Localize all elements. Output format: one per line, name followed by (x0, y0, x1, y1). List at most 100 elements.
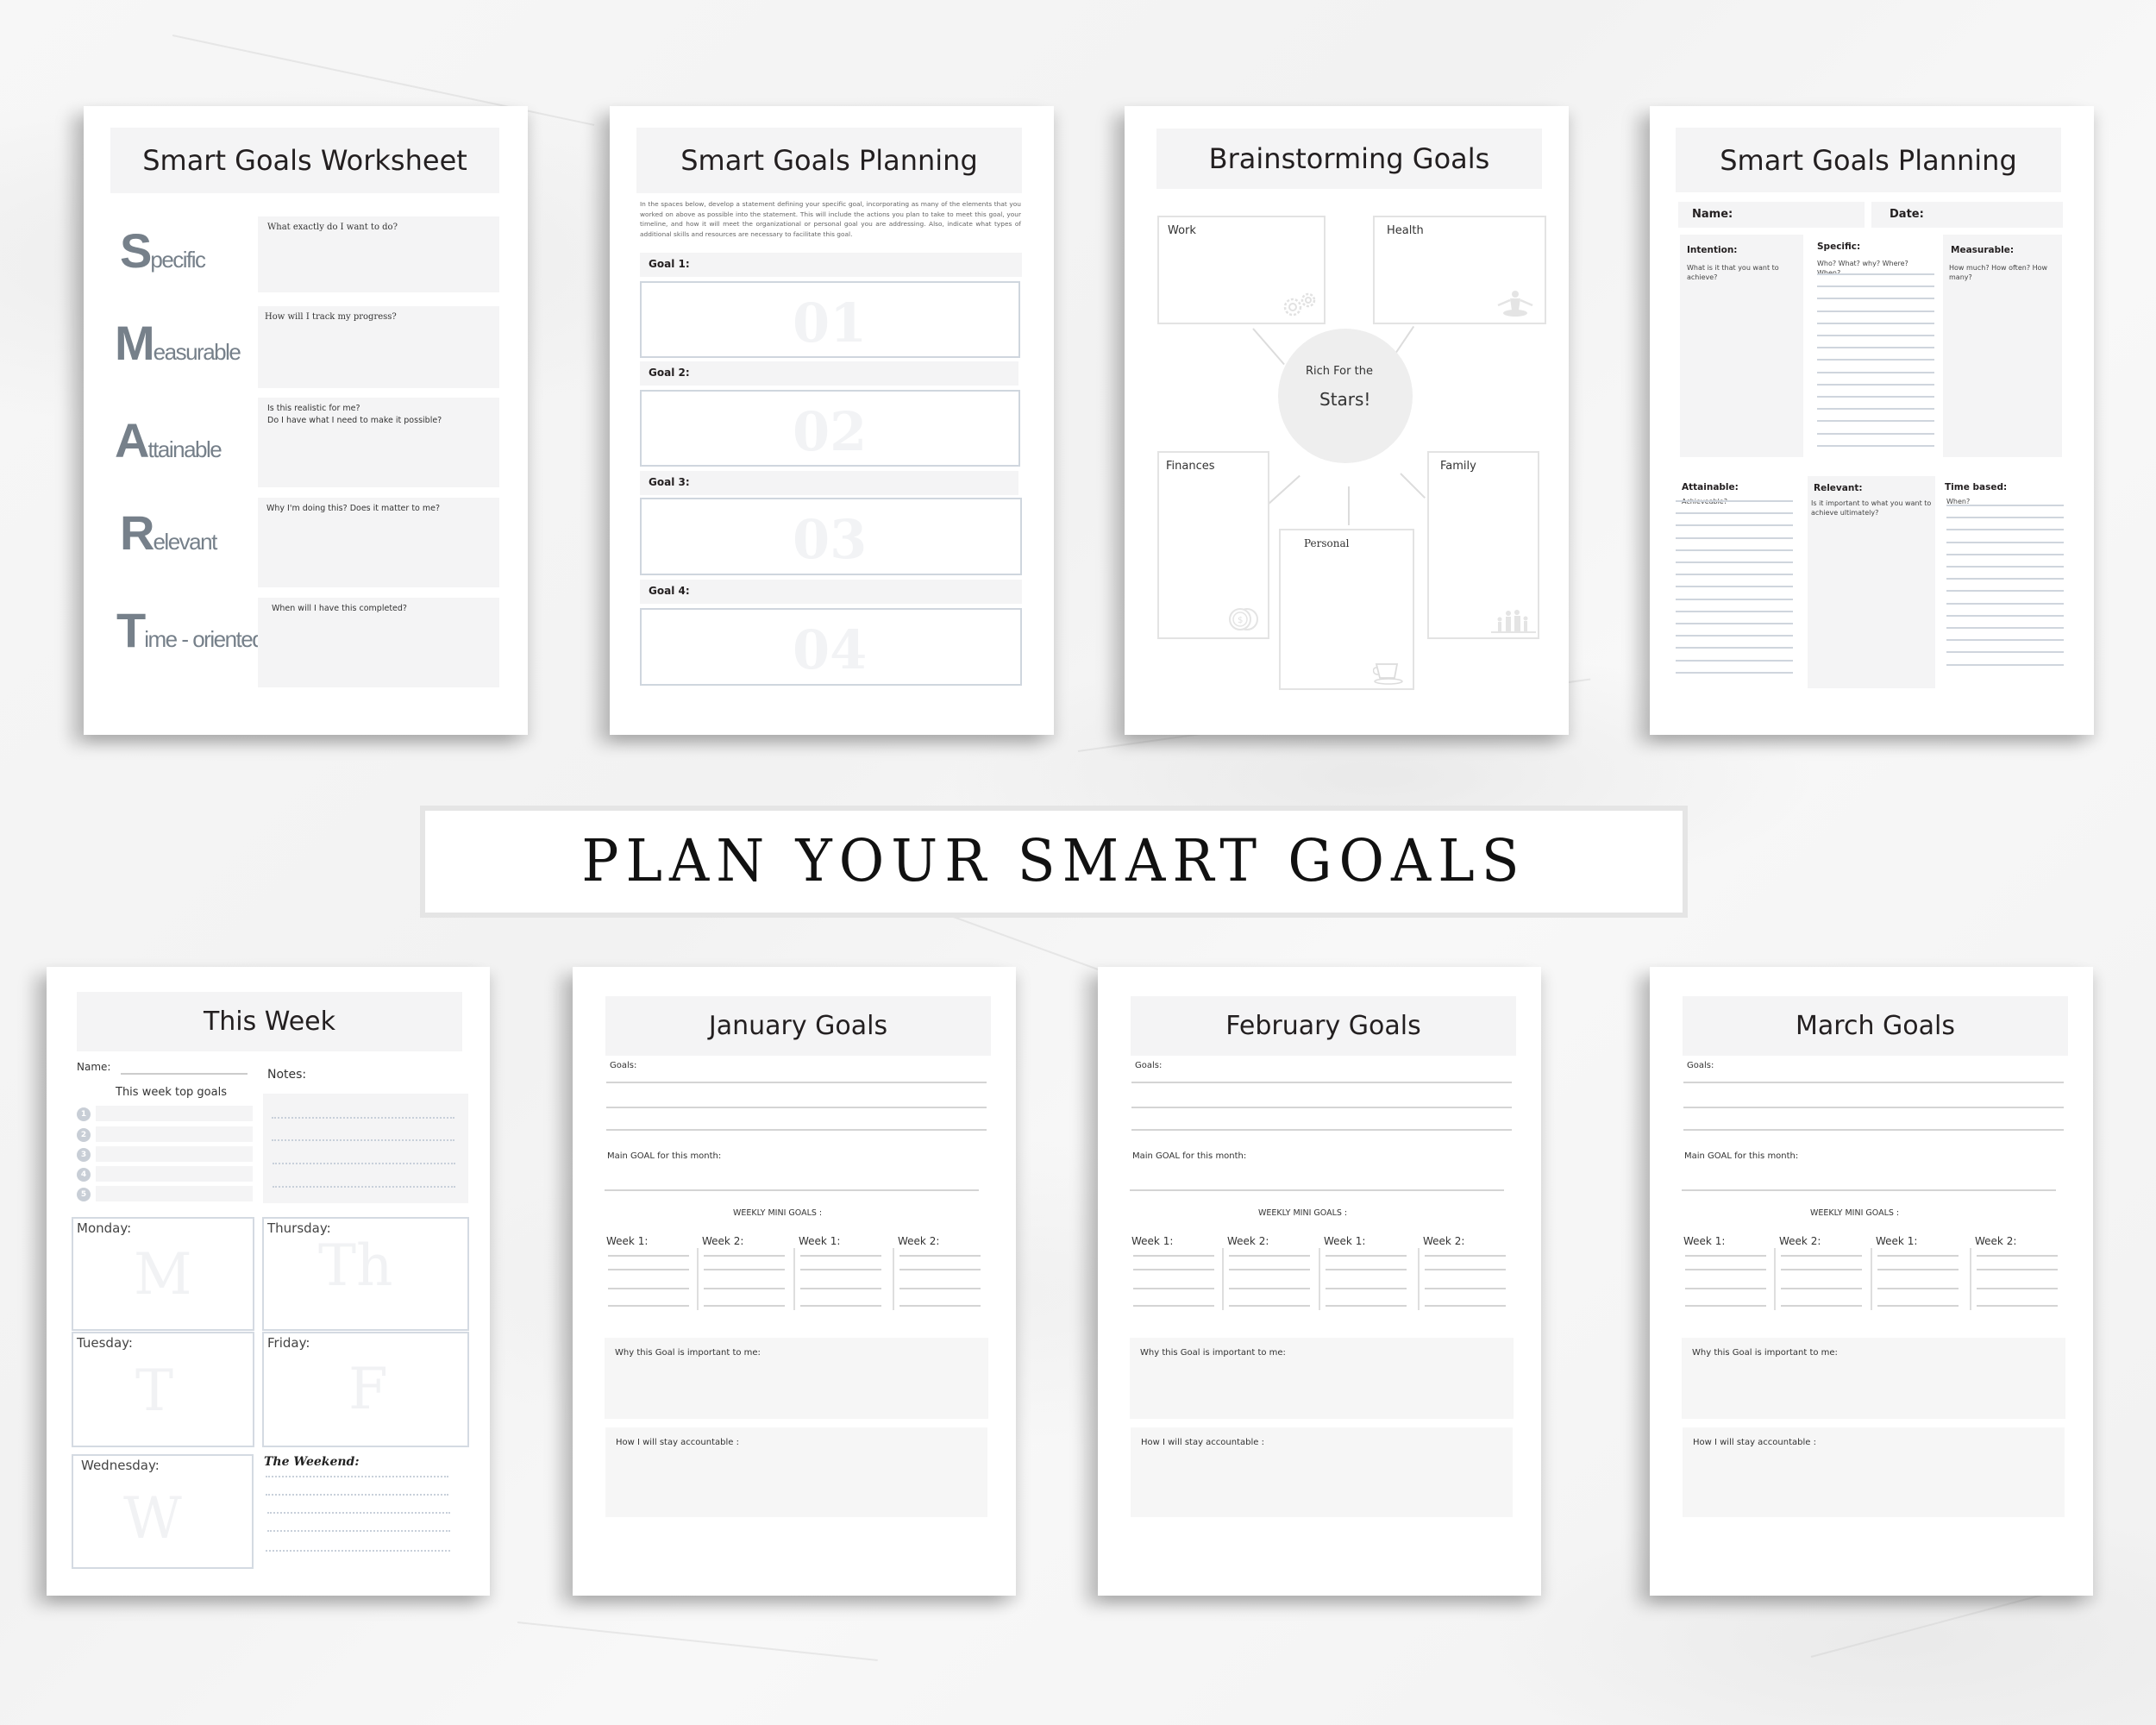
time-based-section[interactable]: Time based: When? (1943, 477, 2064, 706)
goals-input-line[interactable] (606, 1107, 987, 1108)
weekly-goal-line[interactable] (1229, 1255, 1310, 1257)
weekly-goal-line[interactable] (1781, 1305, 1862, 1307)
weekly-goal-line[interactable] (608, 1305, 689, 1307)
intention-box[interactable]: Intention: What is it that you want to a… (1680, 235, 1803, 457)
weekly-goal-line[interactable] (1425, 1305, 1506, 1307)
weekly-goal-line[interactable] (1685, 1255, 1766, 1257)
name-input-line[interactable] (121, 1073, 248, 1075)
top-goal-input[interactable] (96, 1166, 253, 1182)
weekly-goal-line[interactable] (1326, 1305, 1407, 1307)
measurable-box[interactable]: Measurable: How much? How often? How man… (1943, 235, 2062, 457)
goal-1-input[interactable]: 01 (640, 281, 1020, 358)
weekly-goal-line[interactable] (1229, 1288, 1310, 1289)
prompt-box-measurable[interactable]: How will I track my progress? (258, 306, 499, 388)
weekly-goal-line[interactable] (1877, 1255, 1959, 1257)
prompt-box-time-oriented[interactable]: When will I have this completed? (258, 598, 499, 687)
weekly-goal-line[interactable] (1781, 1288, 1862, 1289)
weekly-goal-line[interactable] (1133, 1305, 1214, 1307)
prompt-box-relevant[interactable]: Why I'm doing this? Does it matter to me… (258, 498, 499, 587)
accountable-box[interactable]: How I will stay accountable : (605, 1427, 987, 1517)
goal-3-input[interactable]: 03 (640, 498, 1022, 575)
weekly-goal-line[interactable] (1425, 1269, 1506, 1270)
weekly-goal-line[interactable] (1326, 1255, 1407, 1257)
weekly-goal-line[interactable] (899, 1269, 981, 1270)
top-goal-input[interactable] (96, 1106, 253, 1121)
weekly-goal-line[interactable] (1685, 1288, 1766, 1289)
weekly-goal-line[interactable] (800, 1305, 881, 1307)
weekly-goal-line[interactable] (1326, 1288, 1407, 1289)
prompt-box-attainable[interactable]: Is this realistic for me? Do I have what… (258, 398, 499, 487)
family-box[interactable]: Family (1427, 451, 1539, 639)
notes-box[interactable] (263, 1094, 468, 1203)
weekly-goal-line[interactable] (1326, 1269, 1407, 1270)
name-field[interactable]: Name: (1678, 202, 1865, 228)
weekend-section[interactable] (266, 1476, 450, 1562)
weekly-goal-line[interactable] (1133, 1255, 1214, 1257)
goals-input-line[interactable] (1131, 1082, 1512, 1083)
weekly-goal-line[interactable] (704, 1305, 785, 1307)
main-goal-input-line[interactable] (1130, 1189, 1504, 1191)
goals-input-line[interactable] (1683, 1129, 2064, 1131)
top-goal-input[interactable] (96, 1186, 253, 1201)
weekly-goal-line[interactable] (800, 1255, 881, 1257)
weekly-goal-line[interactable] (1977, 1288, 2058, 1289)
weekly-goal-line[interactable] (1133, 1269, 1214, 1270)
weekly-goal-line[interactable] (1133, 1288, 1214, 1289)
weekly-goal-line[interactable] (1781, 1255, 1862, 1257)
main-goal-input-line[interactable] (1682, 1189, 2056, 1191)
health-box[interactable]: Health (1373, 216, 1546, 324)
goal-4-input[interactable]: 04 (640, 608, 1022, 686)
weekly-goal-line[interactable] (800, 1269, 881, 1270)
day-box-tuesday[interactable]: Tuesday: T (72, 1332, 254, 1447)
weekly-goal-line[interactable] (1781, 1269, 1862, 1270)
goals-input-line[interactable] (1683, 1082, 2064, 1083)
weekly-goal-line[interactable] (1685, 1305, 1766, 1307)
accountable-box[interactable]: How I will stay accountable : (1131, 1427, 1513, 1517)
work-box[interactable]: Work (1157, 216, 1326, 324)
day-box-wednesday[interactable]: Wednesday: W (72, 1454, 254, 1569)
weekly-goal-line[interactable] (1425, 1255, 1506, 1257)
day-box-monday[interactable]: Monday: M (72, 1217, 254, 1331)
weekly-goal-line[interactable] (1685, 1269, 1766, 1270)
weekly-goal-line[interactable] (1877, 1305, 1959, 1307)
why-important-box[interactable]: Why this Goal is important to me: (605, 1338, 988, 1419)
weekly-goal-line[interactable] (899, 1255, 981, 1257)
specific-section[interactable]: Specific: Who? What? why? Where? When? (1814, 235, 1934, 457)
weekly-goal-line[interactable] (1977, 1305, 2058, 1307)
top-goal-input[interactable] (96, 1146, 253, 1162)
weekly-goal-line[interactable] (899, 1305, 981, 1307)
date-field[interactable]: Date: (1871, 202, 2063, 228)
goal-2-input[interactable]: 02 (640, 390, 1020, 467)
main-goal-input-line[interactable] (605, 1189, 979, 1191)
personal-box[interactable]: Personal (1279, 529, 1414, 690)
day-box-friday[interactable]: Friday: F (262, 1332, 469, 1447)
top-goal-input[interactable] (96, 1126, 253, 1142)
weekly-goal-line[interactable] (608, 1269, 689, 1270)
weekly-goal-line[interactable] (1877, 1288, 1959, 1289)
attainable-section[interactable]: Attainable: Achieveable? (1676, 477, 1796, 706)
day-box-thursday[interactable]: Thursday: Th (262, 1217, 469, 1331)
weekly-goal-line[interactable] (704, 1288, 785, 1289)
goals-input-line[interactable] (1131, 1129, 1512, 1131)
goals-input-line[interactable] (1131, 1107, 1512, 1108)
weekly-goal-line[interactable] (1977, 1255, 2058, 1257)
relevant-box[interactable]: Relevant: Is it important to what you wa… (1808, 476, 1935, 688)
goals-input-line[interactable] (606, 1082, 987, 1083)
weekly-goal-line[interactable] (1229, 1269, 1310, 1270)
accountable-box[interactable]: How I will stay accountable : (1683, 1427, 2065, 1517)
weekly-goal-line[interactable] (1229, 1305, 1310, 1307)
weekly-goal-line[interactable] (608, 1288, 689, 1289)
weekly-goal-line[interactable] (608, 1255, 689, 1257)
weekly-goal-line[interactable] (704, 1269, 785, 1270)
weekly-goal-line[interactable] (1425, 1288, 1506, 1289)
weekly-goal-line[interactable] (899, 1288, 981, 1289)
weekly-goal-line[interactable] (1877, 1269, 1959, 1270)
weekly-goal-line[interactable] (704, 1255, 785, 1257)
prompt-box-specific[interactable]: What exactly do I want to do? (258, 216, 499, 292)
why-important-box[interactable]: Why this Goal is important to me: (1682, 1338, 2065, 1419)
goals-input-line[interactable] (606, 1129, 987, 1131)
why-important-box[interactable]: Why this Goal is important to me: (1130, 1338, 1514, 1419)
goals-input-line[interactable] (1683, 1107, 2064, 1108)
finances-box[interactable]: Finances $ (1157, 451, 1269, 639)
weekly-goal-line[interactable] (1977, 1269, 2058, 1270)
